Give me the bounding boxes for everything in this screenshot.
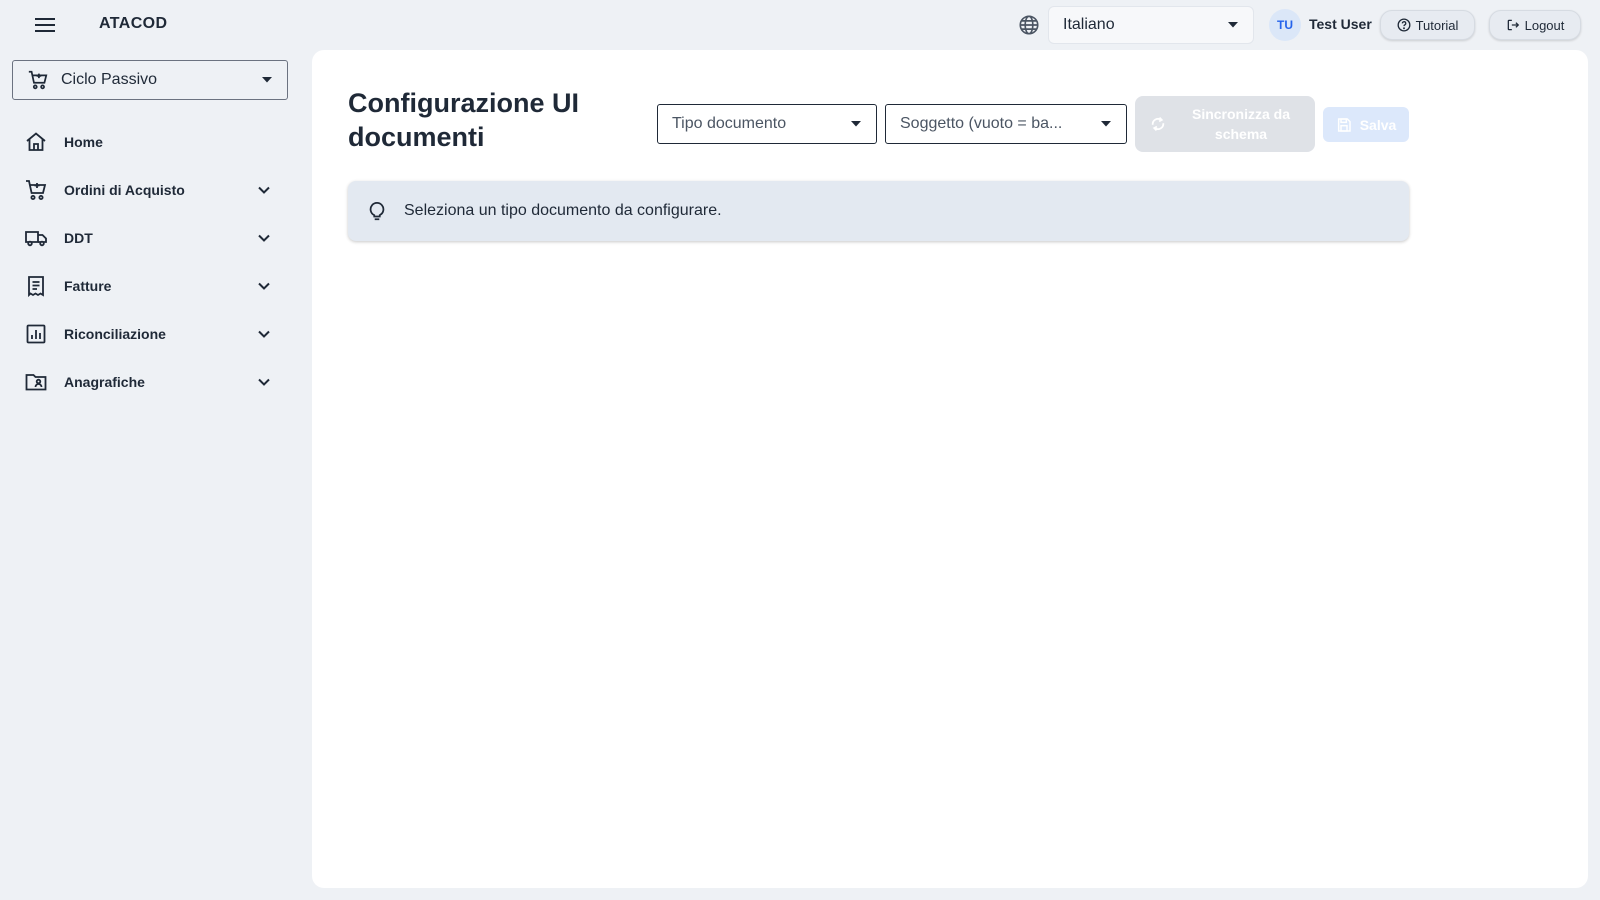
sidebar-item-home[interactable]: Home xyxy=(12,118,288,166)
info-message-box: Seleziona un tipo documento da configura… xyxy=(348,181,1409,241)
chevron-down-icon[interactable] xyxy=(254,180,274,200)
sidebar-item-label: Home xyxy=(64,134,103,150)
sidebar-item-label: Ordini di Acquisto xyxy=(64,182,185,198)
logout-label: Logout xyxy=(1524,17,1565,33)
sync-icon xyxy=(1149,115,1167,133)
tutorial-button[interactable]: Tutorial xyxy=(1380,10,1475,40)
sidebar-item-label: Riconciliazione xyxy=(64,326,166,342)
sidebar-nav: Home Ordini di Acquisto DDT Fatture Rico… xyxy=(12,118,288,406)
logout-icon xyxy=(1506,18,1520,32)
sidebar-item-label: Anagrafiche xyxy=(64,374,145,390)
truck-icon xyxy=(24,226,48,250)
sidebar-item-riconciliazione[interactable]: Riconciliazione xyxy=(12,310,288,358)
chart-icon xyxy=(24,322,48,346)
caret-down-icon xyxy=(1227,21,1239,29)
cycle-select[interactable]: Ciclo Passivo xyxy=(12,60,288,100)
chevron-down-icon[interactable] xyxy=(254,276,274,296)
chevron-down-icon[interactable] xyxy=(254,228,274,248)
globe-icon xyxy=(1018,14,1040,36)
logout-button[interactable]: Logout xyxy=(1489,10,1581,40)
language-value: Italiano xyxy=(1063,16,1115,33)
avatar[interactable]: TU xyxy=(1269,9,1301,41)
sidebar-item-label: Fatture xyxy=(64,278,112,294)
save-icon xyxy=(1336,117,1352,133)
caret-down-icon xyxy=(850,120,862,128)
invoice-icon xyxy=(24,274,48,298)
sidebar-item-ordini-di-acquisto[interactable]: Ordini di Acquisto xyxy=(12,166,288,214)
sidebar-item-ddt[interactable]: DDT xyxy=(12,214,288,262)
document-type-placeholder: Tipo documento xyxy=(672,115,787,132)
chevron-down-icon[interactable] xyxy=(254,372,274,392)
user-name: Test User xyxy=(1309,16,1372,32)
home-icon xyxy=(24,130,48,154)
subject-select[interactable]: Soggetto (vuoto = ba... xyxy=(885,104,1127,144)
document-type-select[interactable]: Tipo documento xyxy=(657,104,877,144)
subject-placeholder: Soggetto (vuoto = ba... xyxy=(900,115,1063,132)
page-title: Configurazione UI documenti xyxy=(348,88,579,152)
sidebar-item-label: DDT xyxy=(64,230,93,246)
help-circle-icon xyxy=(1397,18,1411,32)
menu-icon[interactable] xyxy=(30,12,60,38)
top-bar: ATACOD Italiano TU Test User Tutorial Lo… xyxy=(0,0,1600,50)
info-message: Seleziona un tipo documento da configura… xyxy=(404,202,722,219)
cycle-value: Ciclo Passivo xyxy=(61,71,158,88)
app-brand: ATACOD xyxy=(99,15,168,32)
cart-icon xyxy=(27,69,49,91)
cart-icon xyxy=(24,178,48,202)
caret-down-icon xyxy=(261,76,273,84)
sidebar-item-anagrafiche[interactable]: Anagrafiche xyxy=(12,358,288,406)
sidebar-item-fatture[interactable]: Fatture xyxy=(12,262,288,310)
lightbulb-icon xyxy=(366,200,388,222)
sync-label: Sincronizza da schema xyxy=(1191,106,1291,142)
save-label: Salva xyxy=(1359,116,1397,133)
caret-down-icon xyxy=(1100,120,1112,128)
main-panel: Configurazione UI documenti Tipo documen… xyxy=(312,50,1588,888)
chevron-down-icon[interactable] xyxy=(254,324,274,344)
sync-from-schema-button[interactable]: Sincronizza da schema xyxy=(1135,96,1315,152)
tutorial-label: Tutorial xyxy=(1415,17,1459,33)
save-button[interactable]: Salva xyxy=(1323,107,1409,142)
folder-contact-icon xyxy=(24,370,48,394)
language-select[interactable]: Italiano xyxy=(1048,6,1254,44)
